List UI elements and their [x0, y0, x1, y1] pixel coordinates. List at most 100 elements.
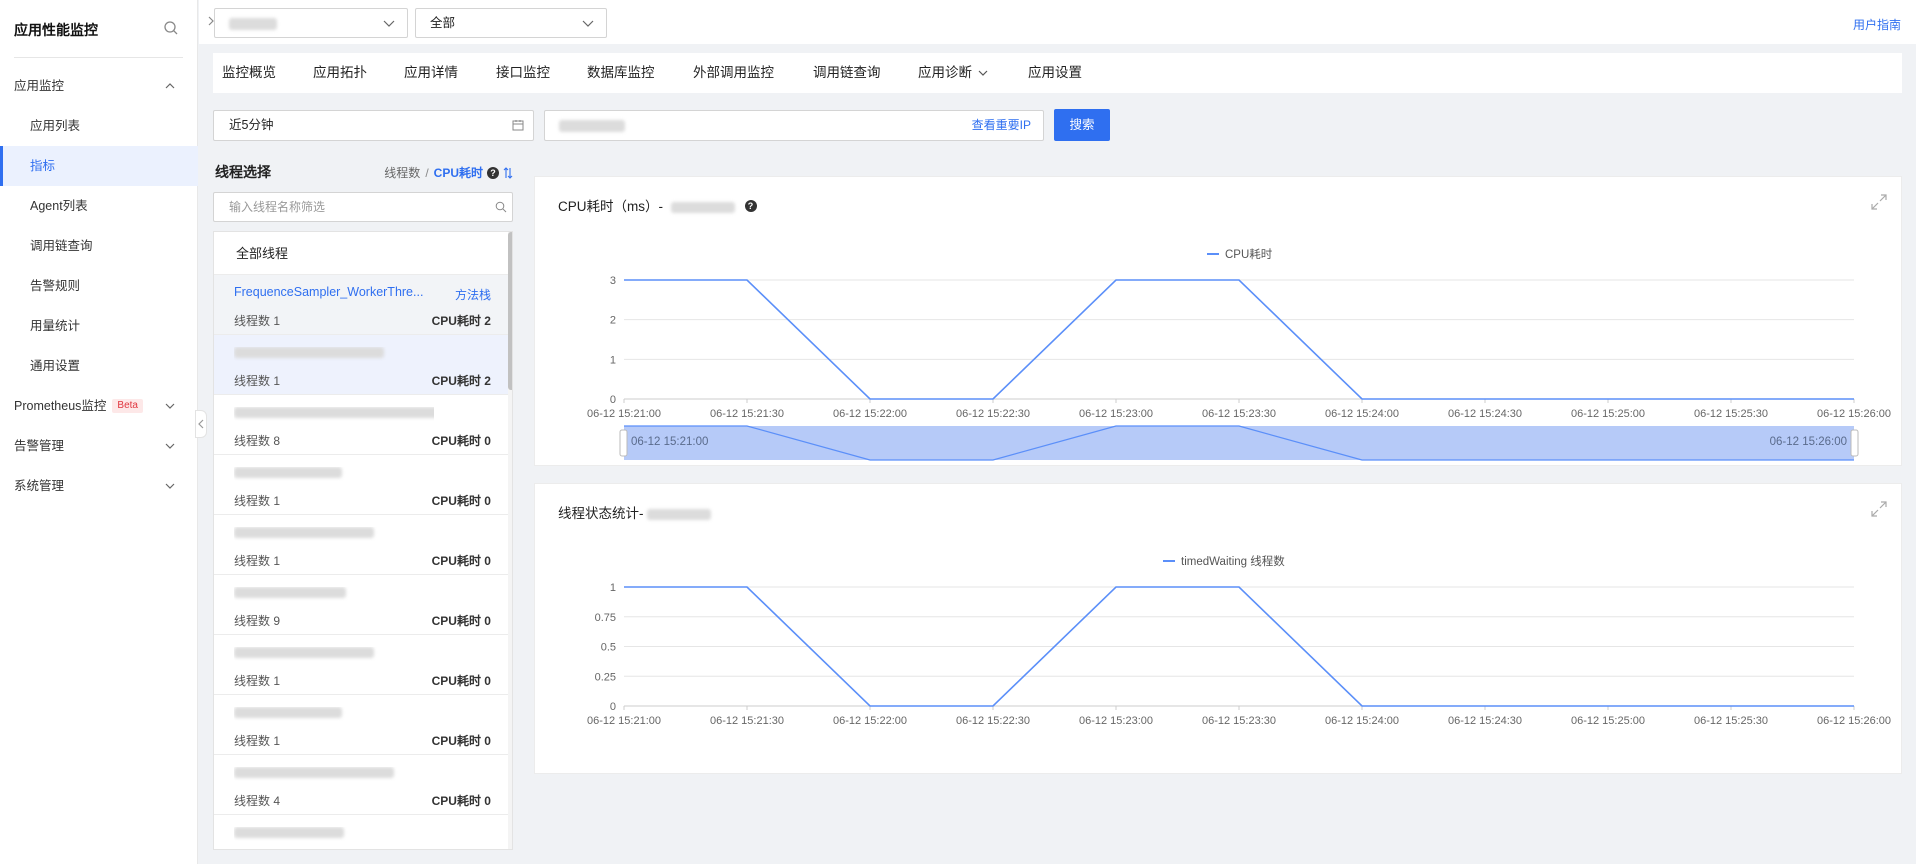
list-item[interactable]: 线程数 1 CPU耗时 0 — [214, 635, 508, 695]
list-item[interactable]: 线程数 8 CPU耗时 0 — [214, 395, 508, 455]
user-guide-link[interactable]: 用户指南 — [1853, 16, 1901, 33]
sidebar-item-general-settings[interactable]: 通用设置 — [0, 346, 198, 386]
thread-cpu: CPU耗时 0 — [431, 434, 491, 448]
thread-cpu: CPU耗时 0 — [431, 794, 491, 808]
tab-app-topology[interactable]: 应用拓扑 — [313, 53, 367, 93]
sidebar-item-label: 告警管理 — [14, 439, 65, 453]
ip-input[interactable]: 查看重要IP — [544, 110, 1044, 141]
zoom-slider-handle-right — [1850, 429, 1859, 457]
cpu-time-chart-card: CPU耗时（ms）- ? CPU耗时 0 1 2 3 06-12 15:21:00 06-1… — [534, 176, 1902, 466]
tab-interface-monitoring[interactable]: 接口监控 — [496, 53, 550, 93]
top-bar: 全部 用户指南 — [199, 0, 1916, 44]
x-tick-label: 06-12 15:23:30 — [1202, 715, 1276, 727]
thread-count: 线程数 1 — [234, 554, 281, 568]
thread-name-redacted — [234, 407, 434, 421]
thread-cpu: CPU耗时 0 — [431, 554, 491, 568]
sidebar-item-alert-management[interactable]: 告警管理 — [0, 426, 198, 466]
legend-label: timedWaiting 线程数 — [1181, 554, 1285, 568]
thread-name-redacted — [234, 827, 434, 841]
thread-name-redacted — [234, 767, 434, 781]
list-scrollbar[interactable] — [508, 232, 512, 849]
x-tick-label: 06-12 15:25:30 — [1694, 715, 1768, 727]
x-tick-label: 06-12 15:22:00 — [833, 715, 907, 727]
thread-count: 线程数 1 — [234, 734, 281, 748]
sidebar-item-usage-stats[interactable]: 用量统计 — [0, 306, 198, 346]
thread-count: 线程数 1 — [234, 494, 281, 508]
tab-trace-query[interactable]: 调用链查询 — [813, 53, 881, 93]
list-item[interactable]: 线程数 9 CPU耗时 0 — [214, 575, 508, 635]
thread-cpu: CPU耗时 0 — [431, 674, 491, 688]
thread-filter-input[interactable]: 输入线程名称筛选 — [213, 192, 513, 222]
thread-name-redacted — [234, 587, 434, 601]
scrollbar-thumb[interactable] — [508, 232, 512, 390]
x-tick-label: 06-12 15:23:00 — [1079, 715, 1153, 727]
thread-name-redacted — [234, 707, 434, 721]
tab-label: 应用诊断 — [918, 65, 972, 80]
list-item[interactable]: FrequenceSampler_WorkerThre... 方法栈 线程数 1… — [214, 275, 508, 335]
sidebar-item-system-management[interactable]: 系统管理 — [0, 466, 198, 506]
tab-database-monitoring[interactable]: 数据库监控 — [587, 53, 655, 93]
thread-name-redacted — [234, 347, 434, 361]
sidebar-item-app-monitoring[interactable]: 应用监控 — [0, 66, 198, 106]
sidebar-item-label: 通用设置 — [30, 359, 81, 373]
instance-select[interactable]: 全部 — [415, 8, 607, 38]
zoom-slider-end-label: 06-12 15:26:00 — [1770, 436, 1847, 448]
sort-by-cpu[interactable]: CPU耗时 — [434, 166, 483, 180]
sidebar-collapse-handle[interactable] — [195, 410, 207, 438]
y-tick-label: 0.75 — [595, 612, 616, 624]
list-item[interactable]: 线程数 1 CPU耗时 0 — [214, 455, 508, 515]
x-tick-label: 06-12 15:24:00 — [1325, 715, 1399, 727]
list-item[interactable]: 线程数 1 CPU耗时 2 — [214, 335, 508, 395]
thread-filter-placeholder: 输入线程名称筛选 — [229, 200, 326, 214]
legend-label: CPU耗时 — [1225, 248, 1273, 261]
list-item[interactable]: 线程数 4 CPU耗时 0 — [214, 755, 508, 815]
search-icon[interactable] — [163, 20, 179, 36]
y-tick-label: 0.25 — [595, 671, 616, 683]
y-tick-label: 0.5 — [601, 642, 616, 654]
tab-app-diagnosis[interactable]: 应用诊断 — [918, 53, 988, 93]
x-tick-label: 06-12 15:22:30 — [956, 715, 1030, 727]
x-tick-label: 06-12 15:26:00 — [1817, 408, 1891, 420]
x-tick-label: 06-12 15:25:00 — [1571, 715, 1645, 727]
sidebar-item-label: 应用列表 — [30, 119, 81, 133]
app-select[interactable] — [214, 8, 408, 38]
list-item[interactable]: 线程数 1 CPU耗时 0 — [214, 695, 508, 755]
sidebar-item-label: 指标 — [30, 159, 56, 173]
thread-panel-title: 线程选择 — [215, 164, 271, 180]
chevron-up-icon — [165, 83, 175, 89]
time-range-picker[interactable]: 近5分钟 — [213, 110, 534, 141]
x-tick-label: 06-12 15:25:00 — [1571, 408, 1645, 420]
sidebar-item-app-list[interactable]: 应用列表 — [0, 106, 198, 146]
x-tick-label: 06-12 15:22:00 — [833, 408, 907, 420]
list-item[interactable]: 线程数 1 CPU耗时 0 — [214, 515, 508, 575]
thread-count: 线程数 9 — [234, 614, 281, 628]
thread-name-redacted — [234, 527, 434, 541]
thread-count: 线程数 1 — [234, 314, 281, 328]
x-tick-label: 06-12 15:25:30 — [1694, 408, 1768, 420]
sidebar-item-trace-query[interactable]: 调用链查询 — [0, 226, 198, 266]
sort-by-count[interactable]: 线程数 — [384, 166, 420, 180]
x-tick-label: 06-12 15:24:30 — [1448, 408, 1522, 420]
y-tick-label: 2 — [610, 315, 616, 327]
zoom-slider-start-label: 06-12 15:21:00 — [631, 436, 708, 448]
sidebar-item-label: 告警规则 — [30, 279, 81, 293]
all-threads-item[interactable]: 全部线程 — [214, 232, 508, 275]
important-ip-link[interactable]: 查看重要IP — [972, 111, 1031, 140]
method-stack-link[interactable]: 方法栈 — [455, 286, 491, 303]
help-icon[interactable]: ? — [487, 166, 499, 179]
tab-monitoring-overview[interactable]: 监控概览 — [222, 53, 276, 93]
sidebar-item-label: 用量统计 — [30, 319, 81, 333]
tab-app-settings[interactable]: 应用设置 — [1028, 53, 1082, 93]
sidebar-item-alert-rules[interactable]: 告警规则 — [0, 266, 198, 306]
thread-panel-header: 线程选择 线程数 / CPU耗时? — [213, 160, 513, 182]
tab-external-call-monitoring[interactable]: 外部调用监控 — [693, 53, 774, 93]
search-button[interactable]: 搜索 — [1054, 109, 1110, 141]
y-tick-label: 0 — [610, 394, 616, 406]
thread-name: FrequenceSampler_WorkerThre... — [234, 285, 424, 299]
sidebar-item-prometheus[interactable]: Prometheus监控 Beta — [0, 386, 198, 426]
sidebar-item-agent-list[interactable]: Agent列表 — [0, 186, 198, 226]
list-item[interactable] — [214, 815, 508, 849]
sort-icon[interactable] — [503, 167, 513, 179]
tab-app-details[interactable]: 应用详情 — [404, 53, 458, 93]
sidebar-item-metrics[interactable]: 指标 — [0, 146, 198, 186]
